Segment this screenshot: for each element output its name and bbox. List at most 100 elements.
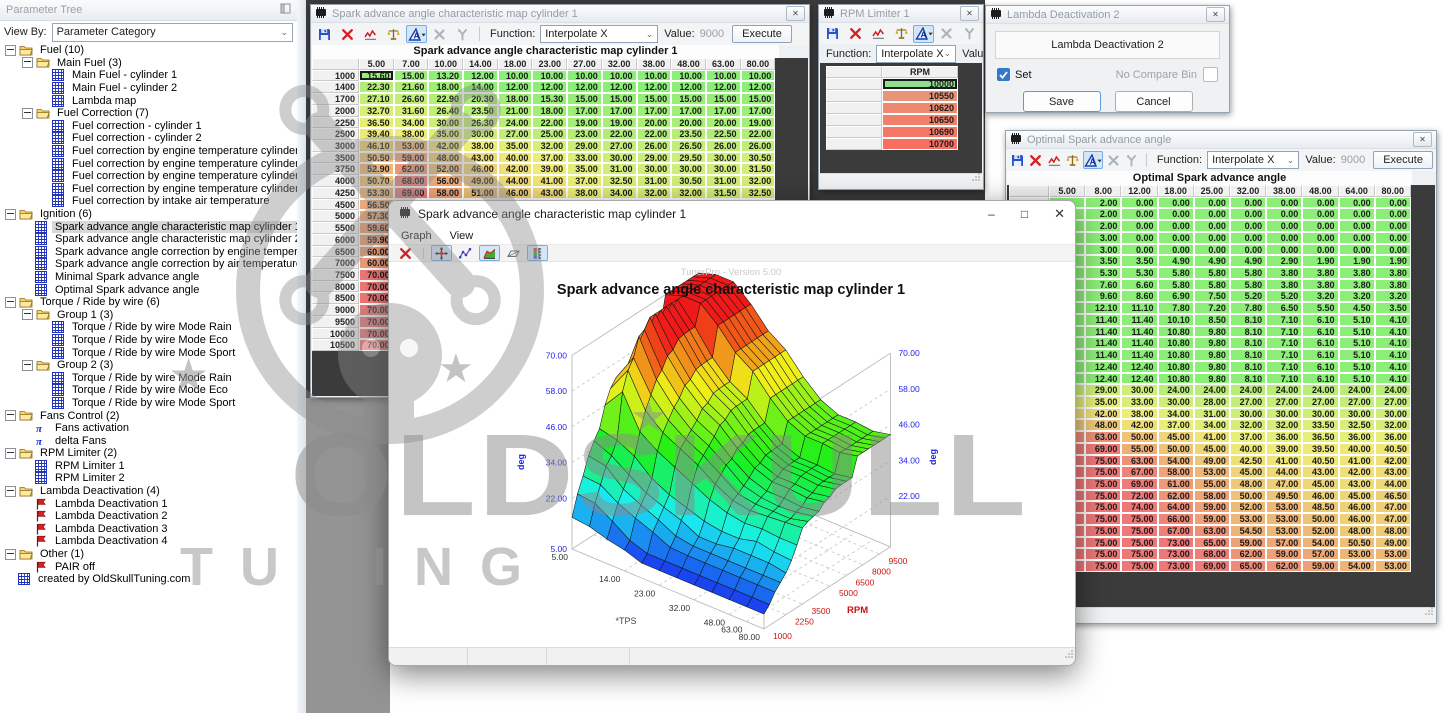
map-cell[interactable]: 27.10 <box>359 93 394 105</box>
map-cell[interactable]: 40.00 <box>1339 443 1375 455</box>
map-cell[interactable]: 32.00 <box>532 140 567 152</box>
map-cell[interactable]: 61.00 <box>1158 478 1194 490</box>
map-cell[interactable]: 26.40 <box>428 105 463 117</box>
tree-item[interactable]: Main Fuel - cylinder 1 <box>0 69 297 82</box>
map-cell[interactable]: 3.80 <box>1266 279 1302 291</box>
map-cell[interactable]: 2.90 <box>1266 255 1302 267</box>
map-cell[interactable]: 9.80 <box>1194 337 1230 349</box>
map-cell[interactable]: 0.00 <box>1121 232 1157 244</box>
map-cell[interactable]: 15.30 <box>532 93 567 105</box>
map-cell[interactable]: 0.00 <box>1339 244 1375 256</box>
collapse-box-icon[interactable] <box>5 297 16 308</box>
map-cell[interactable]: 30.00 <box>1158 396 1194 408</box>
map-cell[interactable]: 50.00 <box>1302 513 1338 525</box>
collapse-box-icon[interactable] <box>5 486 16 497</box>
rpm-row-header[interactable]: 3750 <box>312 163 359 175</box>
map-cell[interactable]: 0.00 <box>1375 220 1411 232</box>
map-cell[interactable]: 22.00 <box>637 128 672 140</box>
map-cell[interactable]: 75.00 <box>1121 513 1157 525</box>
map-cell[interactable]: 36.50 <box>1302 431 1338 443</box>
tree-item[interactable]: Spark advance angle correction by engine… <box>0 246 297 259</box>
map-cell[interactable]: 3.80 <box>1302 267 1338 279</box>
value-field[interactable]: 9000 <box>1341 154 1365 166</box>
map-cell[interactable]: 46.00 <box>498 187 533 199</box>
map-cell[interactable]: 30.00 <box>1121 384 1157 396</box>
map-cell[interactable]: 3.20 <box>1339 290 1375 302</box>
spark-3d-surface-chart[interactable]: TunerPro - Version 5.00Spark advance ang… <box>389 262 1073 647</box>
map-cell[interactable]: 30.00 <box>1375 408 1411 420</box>
save-icon[interactable] <box>1009 151 1025 169</box>
rpm-row-header[interactable]: 7500 <box>312 269 359 281</box>
map-cell[interactable]: 12.00 <box>637 81 672 93</box>
map-cell[interactable]: 12.00 <box>532 81 567 93</box>
tree-item[interactable]: Spark advance angle correction by air te… <box>0 258 297 271</box>
rpm-row-header[interactable]: 4500 <box>312 199 359 211</box>
map-cell[interactable]: 12.40 <box>1121 373 1157 385</box>
tps-column-header[interactable]: 32.00 <box>1230 185 1266 197</box>
map-cell[interactable]: 31.00 <box>637 175 672 187</box>
map-cell[interactable]: 48.50 <box>1302 501 1338 513</box>
map-cell[interactable]: 40.50 <box>1302 455 1338 467</box>
map-cell[interactable]: 34.00 <box>1194 419 1230 431</box>
tps-column-header[interactable]: 38.00 <box>637 58 672 70</box>
map-cell[interactable]: 1.90 <box>1339 255 1375 267</box>
map-cell[interactable]: 65.00 <box>1230 560 1266 572</box>
clear-red-x-icon[interactable] <box>845 25 866 43</box>
map-cell[interactable]: 34.00 <box>394 117 429 129</box>
map-cell[interactable]: 75.00 <box>1121 525 1157 537</box>
map-cell[interactable]: 58.00 <box>1158 466 1194 478</box>
collapse-box-icon[interactable] <box>5 448 16 459</box>
map-cell[interactable]: 12.40 <box>1121 361 1157 373</box>
map-cell[interactable]: 0.00 <box>1121 244 1157 256</box>
map-cell[interactable]: 15.60 <box>359 70 394 82</box>
map-cell[interactable]: 43.00 <box>1302 466 1338 478</box>
map-cell[interactable]: 4.90 <box>1158 255 1194 267</box>
tps-column-header[interactable]: 7.00 <box>394 58 429 70</box>
map-cell[interactable]: 32.70 <box>359 105 394 117</box>
map-cell[interactable]: 33.00 <box>567 152 602 164</box>
map-cell[interactable]: 5.20 <box>1266 290 1302 302</box>
map-cell[interactable]: 53.00 <box>1375 548 1411 560</box>
tree-item[interactable]: Lambda Deactivation 2 <box>0 510 297 523</box>
map-cell[interactable]: 23.50 <box>463 105 498 117</box>
map-cell[interactable]: 10.80 <box>1158 349 1194 361</box>
map-cell[interactable]: 26.30 <box>463 117 498 129</box>
map-cell[interactable]: 55.00 <box>1194 478 1230 490</box>
map-cell[interactable]: 3.80 <box>1339 267 1375 279</box>
map-cell[interactable]: 26.00 <box>741 140 776 152</box>
map-cell[interactable]: 49.50 <box>1266 490 1302 502</box>
map-cell[interactable]: 53.30 <box>359 187 394 199</box>
map-cell[interactable]: 0.00 <box>1302 244 1338 256</box>
map-cell[interactable]: 30.00 <box>428 117 463 129</box>
row-header[interactable] <box>826 78 882 90</box>
map-cell[interactable]: 7.10 <box>1266 361 1302 373</box>
map-cell[interactable]: 52.00 <box>428 163 463 175</box>
map-cell[interactable]: 75.00 <box>1085 501 1121 513</box>
rpm-row-header[interactable]: 6500 <box>312 246 359 258</box>
cut-x-icon[interactable] <box>936 25 957 43</box>
map-cell[interactable]: 34.00 <box>1158 408 1194 420</box>
map-cell[interactable]: 48.00 <box>1085 419 1121 431</box>
map-cell[interactable]: 53.00 <box>1266 501 1302 513</box>
axis-mode-icon[interactable]: A <box>1083 151 1103 169</box>
map-cell[interactable]: 46.00 <box>1339 513 1375 525</box>
map-cell[interactable]: 3.80 <box>1302 279 1338 291</box>
map-cell[interactable]: 17.00 <box>567 105 602 117</box>
rpm-row-header[interactable]: 2000 <box>312 105 359 117</box>
map-cell[interactable]: 0.00 <box>1121 208 1157 220</box>
tree-item[interactable]: Torque / Ride by wire (6) <box>0 296 297 309</box>
map-cell[interactable]: 21.60 <box>394 81 429 93</box>
map-cell[interactable]: 44.00 <box>498 175 533 187</box>
map-cell[interactable]: 51.00 <box>463 187 498 199</box>
tree-item[interactable]: RPM Limiter (2) <box>0 447 297 460</box>
map-cell[interactable]: 46.00 <box>1302 490 1338 502</box>
map-cell[interactable]: 39.00 <box>1266 443 1302 455</box>
map-cell[interactable]: 7.80 <box>1158 302 1194 314</box>
map-cell[interactable]: 0.00 <box>1302 232 1338 244</box>
map-cell[interactable]: 64.00 <box>1158 501 1194 513</box>
map-cell[interactable]: 26.00 <box>637 140 672 152</box>
map-cell[interactable]: 9.60 <box>1085 290 1121 302</box>
tree-item[interactable]: created by OldSkullTuning.com <box>0 573 297 586</box>
map-cell[interactable]: 32.50 <box>602 175 637 187</box>
map-cell[interactable]: 30.00 <box>463 128 498 140</box>
